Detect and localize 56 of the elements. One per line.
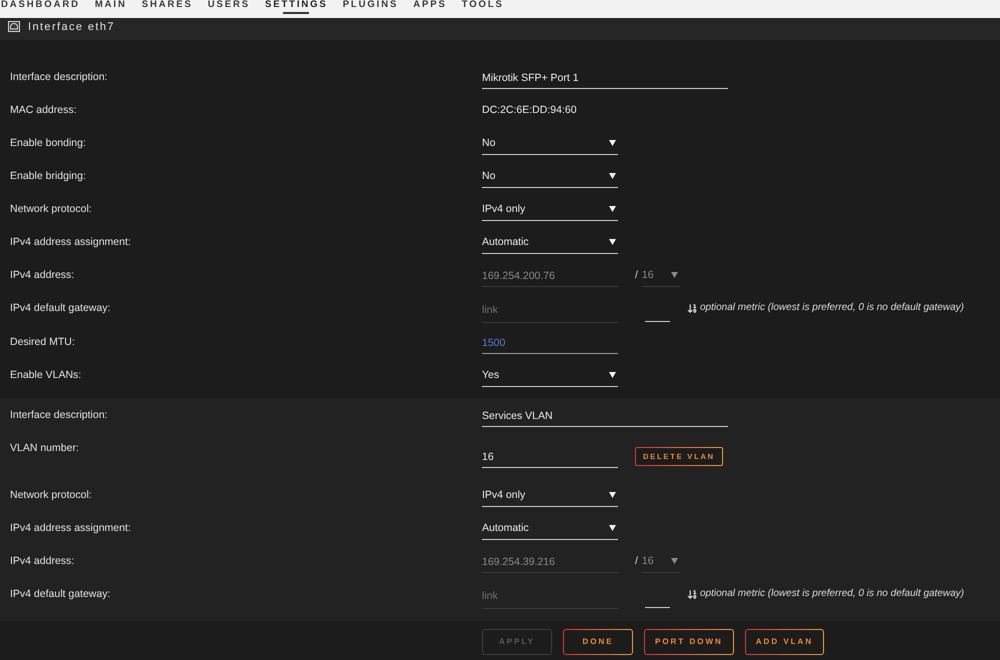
action-button[interactable]: ADD VLAN [744, 629, 824, 655]
action-button[interactable]: DONE [563, 629, 633, 655]
field-label: Interface description: [10, 408, 108, 423]
dropdown[interactable]: Automatic [482, 232, 618, 254]
sort-numeric-icon [687, 589, 698, 600]
dropdown[interactable]: No [482, 133, 618, 155]
vlan-number-input[interactable]: 16 [482, 446, 618, 468]
prefix-separator: / [635, 554, 638, 569]
caret-icon [609, 239, 616, 245]
nav-tab[interactable]: TOOLS [462, 0, 504, 14]
caret-icon [609, 525, 616, 531]
caret-icon [609, 140, 616, 146]
dropdown[interactable]: IPv4 only [482, 199, 618, 221]
dropdown[interactable]: No [482, 166, 618, 188]
field-label: Enable VLANs: [10, 368, 82, 383]
field-label: IPv4 address assignment: [10, 235, 131, 250]
field-label: IPv4 default gateway: [10, 301, 110, 316]
field-label: VLAN number: [10, 441, 79, 456]
section-title: Interface eth7 [28, 20, 115, 34]
field-label: IPv4 address assignment: [10, 521, 131, 536]
field-label: MAC address: [10, 103, 77, 118]
field-label: IPv4 address: [10, 268, 74, 283]
metric-hint: optional metric (lowest is preferred, 0 is no default gateway) [700, 301, 964, 315]
field-label: Network protocol: [10, 488, 92, 503]
nav-tab[interactable]: SETTINGS [264, 0, 328, 14]
field-label: IPv4 default gateway: [10, 587, 110, 602]
mac-address-value: DC:2C:6E:DD:94:60 [482, 104, 577, 116]
metric-hint: optional metric (lowest is preferred, 0 is no default gateway) [700, 587, 964, 601]
nav-tab[interactable]: USERS [208, 0, 250, 14]
caret-icon [670, 272, 678, 278]
caret-icon [609, 492, 616, 498]
caret-icon [609, 173, 616, 179]
nav-tab[interactable]: APPS [413, 0, 447, 14]
field-label: Interface description: [10, 70, 108, 85]
field-label: Enable bonding: [10, 136, 86, 151]
nav-tab[interactable]: PLUGINS [342, 0, 398, 14]
port-icon [8, 21, 20, 32]
field-label: Network protocol: [10, 202, 92, 217]
text-input[interactable]: Mikrotik SFP+ Port 1 [482, 67, 728, 89]
sort-numeric-icon [687, 303, 698, 314]
nav-tab[interactable]: SHARES [142, 0, 193, 14]
text-input[interactable]: Services VLAN [482, 405, 728, 427]
caret-icon [609, 372, 616, 378]
dropdown[interactable]: Automatic [482, 518, 618, 540]
dropdown[interactable]: IPv4 only [482, 485, 618, 507]
caret-icon [609, 206, 616, 212]
mtu-input[interactable]: 1500 [482, 332, 618, 354]
nav-tab[interactable]: DASHBOARD [1, 0, 80, 14]
nav-tab[interactable]: MAIN [94, 0, 127, 14]
caret-icon [670, 558, 678, 564]
action-button[interactable]: PORT DOWN [644, 629, 734, 655]
field-label: Desired MTU: [10, 335, 75, 350]
prefix-separator: / [635, 268, 638, 283]
field-label: IPv4 address: [10, 554, 74, 569]
dropdown[interactable]: Yes [482, 365, 618, 387]
field-label: Enable bridging: [10, 169, 86, 184]
